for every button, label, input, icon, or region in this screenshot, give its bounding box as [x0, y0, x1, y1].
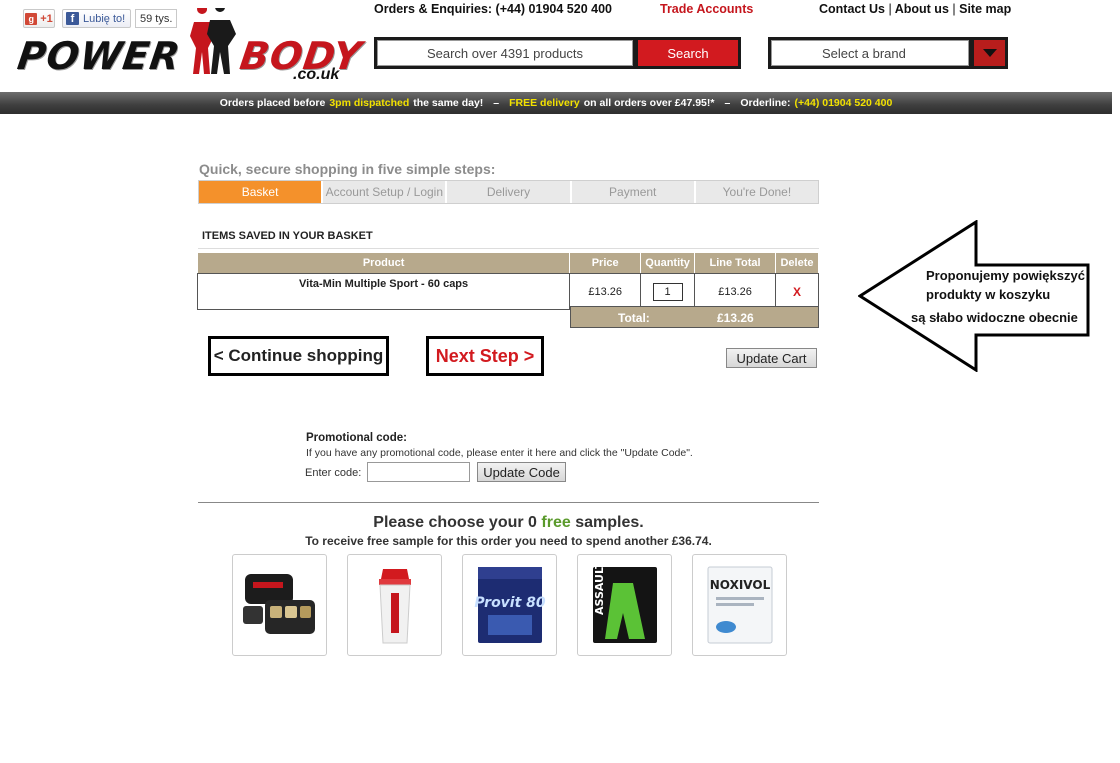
- checkout-steps: Basket Account Setup / Login Delivery Pa…: [198, 180, 819, 204]
- annotation-line: Proponujemy powiększyć: [926, 268, 1085, 283]
- info-text: Orders placed before: [219, 97, 326, 109]
- column-header-price: Price: [569, 252, 642, 274]
- top-links-group: Contact Us | About us | Site map: [819, 2, 1011, 16]
- about-us-link[interactable]: About us: [895, 2, 949, 16]
- sample-item-provit[interactable]: Provit 80: [462, 554, 557, 656]
- google-plus-label: +1: [40, 12, 53, 25]
- annotation-line: produkty w koszyku: [926, 287, 1051, 302]
- total-label: Total:: [618, 311, 650, 325]
- promo-code-label: Enter code:: [305, 467, 362, 479]
- info-separator: –: [724, 97, 731, 109]
- info-text: Orderline:: [740, 97, 791, 109]
- sample-item-shaker[interactable]: [347, 554, 442, 656]
- annotation-text: Proponujemy powiększyć produkty w koszyk…: [906, 266, 1090, 327]
- basket-title: ITEMS SAVED IN YOUR BASKET: [202, 230, 373, 242]
- column-header-quantity: Quantity: [640, 252, 696, 274]
- logo-word-power: POWER: [14, 34, 184, 78]
- logo-domain-suffix: .co.uk: [293, 66, 340, 83]
- step-account-setup[interactable]: Account Setup / Login: [323, 181, 448, 203]
- noxivol-sachet-icon: NOXIVOL: [707, 566, 772, 644]
- samples-count: 0: [528, 514, 537, 531]
- product-price: £13.26: [569, 273, 642, 310]
- facebook-like-label: Lubię to!: [83, 12, 126, 25]
- samples-heading: Please choose your 0 free samples.: [198, 514, 819, 532]
- samples-subtitle: To receive free sample for this order yo…: [305, 534, 712, 548]
- brand-select[interactable]: Select a brand: [768, 37, 1008, 69]
- info-text: the same day!: [413, 97, 484, 109]
- next-step-button[interactable]: Next Step >: [426, 336, 544, 376]
- assault-sachet-icon: ASSAULT: [592, 563, 657, 643]
- orderline-phone: (+44) 01904 520 400: [794, 97, 893, 109]
- step-payment[interactable]: Payment: [571, 181, 696, 203]
- column-header-delete: Delete: [774, 252, 820, 274]
- chevron-down-icon: [982, 49, 997, 57]
- quantity-cell: 1: [640, 273, 696, 310]
- delete-item-button[interactable]: X: [793, 285, 801, 299]
- search-bar: Search over 4391 products Search: [374, 37, 741, 69]
- quantity-input[interactable]: 1: [652, 282, 683, 301]
- pill-box-icon: [242, 574, 315, 634]
- site-map-link[interactable]: Site map: [959, 2, 1011, 16]
- sample-item-noxivol[interactable]: NOXIVOL: [692, 554, 787, 656]
- noxivol-label: NOXIVOL: [709, 578, 770, 592]
- promo-code-input[interactable]: [367, 462, 470, 482]
- sample-item-pill-box[interactable]: [232, 554, 327, 656]
- google-icon: g: [25, 12, 38, 25]
- product-name[interactable]: Vita-Min Multiple Sport - 60 caps: [196, 273, 571, 310]
- delete-cell: X: [774, 273, 820, 310]
- promo-title: Promotional code:: [306, 432, 407, 444]
- brand-dropdown-button[interactable]: [974, 40, 1005, 66]
- step-basket[interactable]: Basket: [199, 181, 324, 203]
- samples-heading-text: Please choose your: [373, 514, 524, 531]
- update-cart-button[interactable]: Update Cart: [726, 348, 817, 368]
- info-highlight: FREE delivery: [509, 97, 580, 109]
- basket-table: Product Price Quantity Line Total Delete…: [196, 252, 820, 310]
- facebook-like-button[interactable]: f Lubię to!: [62, 9, 132, 28]
- samples-free-word: free: [541, 514, 571, 531]
- link-separator: |: [888, 2, 892, 16]
- step-delivery[interactable]: Delivery: [447, 181, 572, 203]
- search-button[interactable]: Search: [638, 40, 738, 66]
- dispatch-info-bar: Orders placed before 3pm dispatched the …: [0, 92, 1112, 114]
- provit-sachet-icon: Provit 80: [474, 567, 546, 643]
- step-done[interactable]: You're Done!: [695, 181, 819, 203]
- total-value: £13.26: [717, 311, 754, 325]
- search-input[interactable]: Search over 4391 products: [377, 40, 633, 66]
- update-code-button[interactable]: Update Code: [477, 462, 566, 482]
- assault-label: ASSAULT: [593, 563, 606, 615]
- trade-accounts-link[interactable]: Trade Accounts: [660, 2, 753, 16]
- table-header-row: Product Price Quantity Line Total Delete: [196, 252, 820, 274]
- divider: [198, 248, 819, 249]
- column-header-line-total: Line Total: [694, 252, 776, 274]
- samples-heading-text: samples.: [575, 514, 644, 531]
- info-separator: –: [493, 97, 500, 109]
- info-text: on all orders over £47.95!*: [583, 97, 715, 109]
- contact-us-link[interactable]: Contact Us: [819, 2, 885, 16]
- divider: [198, 502, 819, 503]
- table-row: Vita-Min Multiple Sport - 60 caps £13.26…: [196, 273, 820, 310]
- line-total: £13.26: [694, 273, 776, 310]
- facebook-like-count: 59 tys.: [135, 9, 178, 28]
- column-header-product: Product: [196, 252, 571, 274]
- shaker-bottle-icon: [378, 569, 411, 644]
- annotation-line: są słabo widoczne obecnie: [911, 310, 1078, 325]
- facebook-icon: f: [66, 12, 79, 25]
- info-highlight: 3pm dispatched: [329, 97, 410, 109]
- google-plus-button[interactable]: g +1: [23, 9, 55, 28]
- brand-select-value[interactable]: Select a brand: [771, 40, 969, 66]
- provit-label: Provit 80: [474, 595, 546, 611]
- promo-description: If you have any promotional code, please…: [306, 447, 693, 459]
- sample-item-assault[interactable]: ASSAULT: [577, 554, 672, 656]
- continue-shopping-button[interactable]: < Continue shopping: [208, 336, 389, 376]
- orders-phone: Orders & Enquiries: (+44) 01904 520 400: [374, 2, 612, 16]
- link-separator: |: [952, 2, 956, 16]
- basket-total: Total: £13.26: [570, 306, 819, 328]
- checkout-steps-title: Quick, secure shopping in five simple st…: [199, 161, 496, 177]
